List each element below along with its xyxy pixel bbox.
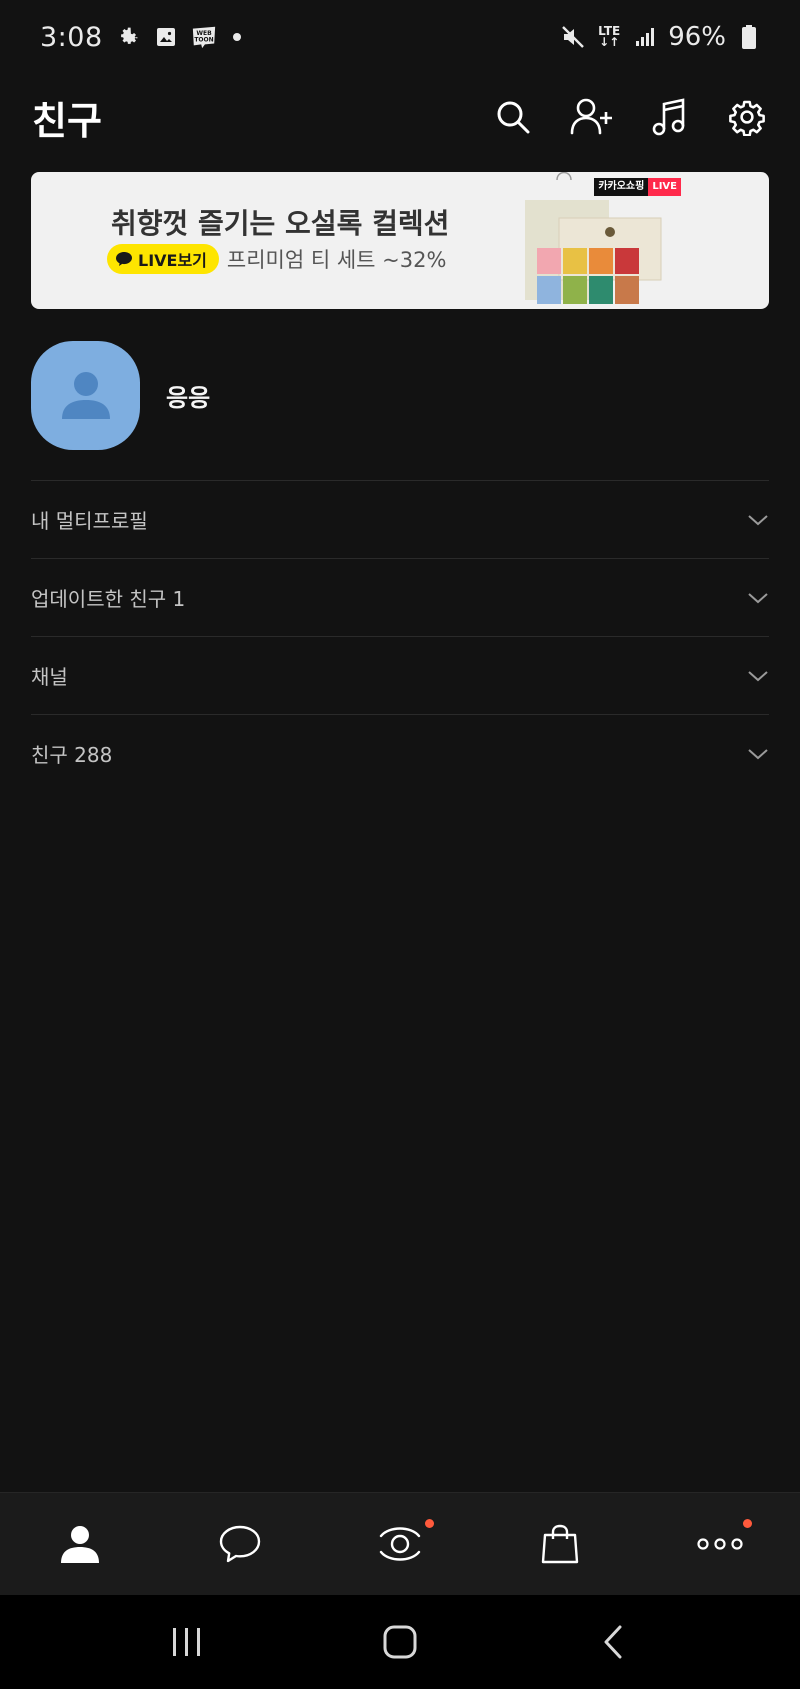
recent-apps-icon bbox=[172, 1628, 200, 1656]
status-left: 3:08 WEB TOON bbox=[40, 22, 241, 53]
live-view-button[interactable]: LIVE보기 bbox=[107, 244, 219, 274]
banner-description: 프리미엄 티 세트 ~32% bbox=[226, 248, 447, 272]
notification-dot bbox=[232, 33, 241, 41]
profile-name: 응응 bbox=[166, 383, 211, 412]
gear-icon bbox=[115, 24, 141, 50]
app-header: 친구 bbox=[0, 74, 800, 160]
chevron-down-icon bbox=[748, 670, 768, 681]
back-icon bbox=[604, 1625, 622, 1659]
more-tab[interactable] bbox=[680, 1509, 760, 1579]
friends-tab[interactable] bbox=[40, 1509, 120, 1579]
section-friends[interactable]: 친구 288 bbox=[31, 714, 769, 792]
settings-icon[interactable] bbox=[726, 96, 768, 138]
status-bar: 3:08 WEB TOON LTE ↓↑ 96% bbox=[0, 0, 800, 74]
banner-sub: LIVE보기 프리미엄 티 세트 ~32% bbox=[107, 244, 446, 274]
section-multi-profile[interactable]: 내 멀티프로필 bbox=[31, 480, 769, 558]
live-tag-label: LIVE bbox=[648, 178, 681, 196]
page-title: 친구 bbox=[32, 98, 102, 143]
chat-bubble-icon bbox=[116, 252, 132, 266]
live-tag-brand: 카카오쇼핑 bbox=[594, 178, 649, 196]
back-button[interactable] bbox=[583, 1612, 643, 1672]
gallery-icon bbox=[153, 24, 179, 50]
speech-bubble-icon bbox=[219, 1525, 261, 1563]
live-view-label: LIVE보기 bbox=[138, 251, 207, 270]
battery-icon bbox=[736, 24, 762, 50]
chats-tab[interactable] bbox=[200, 1509, 280, 1579]
svg-text:TOON: TOON bbox=[194, 37, 213, 44]
shopping-bag-icon bbox=[541, 1524, 579, 1564]
chevron-down-icon bbox=[748, 514, 768, 525]
system-nav-bar bbox=[0, 1595, 800, 1689]
more-dots-icon bbox=[697, 1538, 743, 1550]
section-label: 친구 288 bbox=[31, 743, 113, 767]
shopping-tab[interactable] bbox=[520, 1509, 600, 1579]
new-badge bbox=[743, 1519, 752, 1528]
section-label: 채널 bbox=[31, 665, 68, 689]
bottom-tab-bar bbox=[0, 1492, 800, 1595]
section-label: 업데이트한 친구 1 bbox=[31, 587, 186, 611]
promo-banner[interactable]: 취향껏 즐기는 오설록 컬렉션 LIVE보기 프리미엄 티 세트 ~32% 카카… bbox=[31, 172, 769, 309]
lte-icon: LTE ↓↑ bbox=[598, 24, 621, 49]
home-button[interactable] bbox=[370, 1612, 430, 1672]
header-actions bbox=[492, 96, 768, 138]
battery-percent: 96% bbox=[668, 22, 726, 52]
webtoon-icon: WEB TOON bbox=[191, 24, 217, 50]
mute-icon bbox=[560, 24, 586, 50]
banner-title: 취향껏 즐기는 오설록 컬렉션 bbox=[111, 207, 450, 240]
status-time: 3:08 bbox=[40, 21, 103, 53]
new-badge bbox=[425, 1519, 434, 1528]
person-icon bbox=[61, 1526, 99, 1563]
chevron-down-icon bbox=[748, 748, 768, 759]
section-label: 내 멀티프로필 bbox=[31, 509, 148, 533]
friend-sections: 내 멀티프로필 업데이트한 친구 1 채널 친구 288 bbox=[31, 480, 769, 792]
status-right: LTE ↓↑ 96% bbox=[560, 22, 762, 52]
home-icon bbox=[383, 1625, 417, 1659]
add-friend-icon[interactable] bbox=[570, 96, 612, 138]
network-label: LTE bbox=[598, 24, 621, 38]
recent-apps-button[interactable] bbox=[157, 1612, 217, 1672]
person-icon bbox=[61, 372, 110, 419]
section-channels[interactable]: 채널 bbox=[31, 636, 769, 714]
chevron-down-icon bbox=[748, 592, 768, 603]
search-icon[interactable] bbox=[492, 96, 534, 138]
live-tag: 카카오쇼핑 LIVE bbox=[594, 178, 681, 196]
section-updated-friends[interactable]: 업데이트한 친구 1 bbox=[31, 558, 769, 636]
view-tab[interactable] bbox=[360, 1509, 440, 1579]
signal-icon bbox=[632, 24, 658, 50]
eye-view-icon bbox=[379, 1527, 421, 1561]
avatar[interactable] bbox=[31, 340, 140, 450]
music-icon[interactable] bbox=[648, 96, 690, 138]
my-profile[interactable]: 응응 bbox=[31, 340, 769, 450]
